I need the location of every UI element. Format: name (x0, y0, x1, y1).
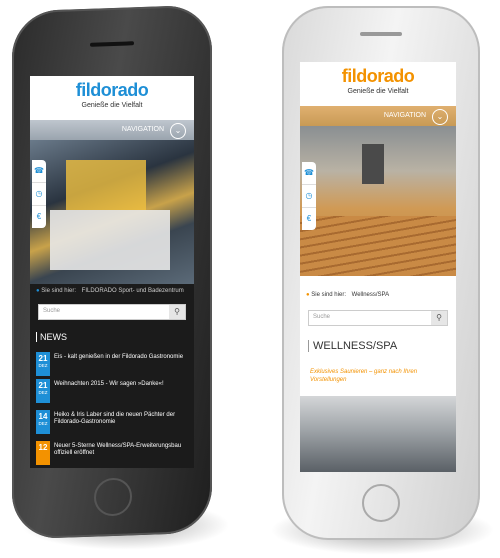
news-item[interactable]: 12 Neuer 5-Sterne Wellness/SPA-Erweiteru… (36, 441, 190, 467)
breadcrumb-label: Sie sind hier: (41, 288, 76, 294)
right-screen: fildorado Genieße die Vielfalt NAVIGATIO… (300, 62, 456, 472)
pin-icon: ● (306, 292, 310, 298)
hero-image (30, 140, 194, 284)
nav-label: NAVIGATION (121, 126, 164, 133)
phone-icon[interactable]: ☎ (32, 160, 46, 183)
breadcrumb: ● Sie sind hier: FILDORADO Sport- und Ba… (30, 288, 194, 294)
side-icons: ☎ ◷ € (302, 162, 316, 230)
side-icons: ☎ ◷ € (32, 160, 46, 228)
news-item[interactable]: 21 DEZ Eis - kalt genießen in der Fildor… (36, 352, 190, 378)
tagline: Genieße die Vielfalt (347, 88, 409, 95)
hero-building-1 (66, 160, 146, 210)
hero-building-2 (50, 210, 170, 270)
left-screen: fildorado Genieße die Vielfalt NAVIGATIO… (30, 76, 194, 468)
pin-icon: ● (36, 288, 40, 294)
home-button[interactable] (94, 477, 132, 517)
content-image (300, 396, 456, 472)
news-item[interactable]: 21 DEZ Weihnachten 2015 - Wir sagen »Dan… (36, 379, 190, 405)
search-icon[interactable]: ⚲ (169, 305, 185, 319)
date-badge: 21 DEZ (36, 379, 50, 403)
news-text[interactable]: Weihnachten 2015 - Wir sagen »Danke«! (54, 381, 190, 388)
logo[interactable]: fildorado (300, 62, 456, 87)
hero-bench (300, 216, 456, 276)
tagline: Genieße die Vielfalt (81, 102, 143, 109)
chevron-down-icon[interactable]: ⌄ (170, 123, 186, 139)
euro-icon[interactable]: € (302, 208, 316, 230)
news-heading: NEWS (36, 332, 67, 342)
news-text[interactable]: Neuer 5-Sterne Wellness/SPA-Erweiterungs… (54, 443, 190, 457)
search-placeholder: Suche (43, 308, 61, 314)
date-badge: 14 DEZ (36, 410, 50, 434)
breadcrumb-value[interactable]: FILDORADO Sport- und Badezentrum (82, 288, 184, 294)
phone-icon[interactable]: ☎ (302, 162, 316, 185)
clock-icon[interactable]: ◷ (32, 183, 46, 206)
news-text[interactable]: Heiko & Iris Laber sind die neuen Pächte… (54, 412, 190, 426)
date-badge: 21 DEZ (36, 352, 50, 376)
breadcrumb-value[interactable]: Wellness/SPA (352, 292, 389, 298)
breadcrumb-label: Sie sind hier: (311, 292, 346, 298)
home-button[interactable] (362, 484, 400, 522)
page-subtitle: Exklusives Saunieren – ganz nach Ihren V… (310, 369, 418, 383)
breadcrumb: ● Sie sind hier: Wellness/SPA (300, 292, 456, 298)
search-input[interactable]: Suche ⚲ (308, 310, 448, 326)
date-badge: 12 (36, 441, 50, 465)
page-title: WELLNESS/SPA (308, 340, 397, 352)
logo[interactable]: fildorado (30, 76, 194, 101)
speaker (90, 41, 134, 47)
news-text[interactable]: Eis - kalt genießen in der Fildorado Gas… (54, 354, 190, 361)
search-icon[interactable]: ⚲ (431, 311, 447, 325)
news-item[interactable]: 14 DEZ Heiko & Iris Laber sind die neuen… (36, 410, 190, 436)
nav-bar[interactable]: NAVIGATION ⌄ (300, 106, 456, 126)
chevron-down-icon[interactable]: ⌄ (432, 109, 448, 125)
speaker (360, 32, 402, 36)
nav-bar[interactable]: NAVIGATION ⌄ (30, 120, 194, 140)
hero-column (362, 144, 384, 184)
hero-image (300, 126, 456, 276)
euro-icon[interactable]: € (32, 206, 46, 228)
nav-label: NAVIGATION (383, 112, 426, 119)
header: fildorado Genieße die Vielfalt (30, 76, 194, 120)
search-input[interactable]: Suche ⚲ (38, 304, 186, 320)
clock-icon[interactable]: ◷ (302, 185, 316, 208)
header: fildorado Genieße die Vielfalt (300, 62, 456, 106)
search-placeholder: Suche (313, 314, 331, 320)
